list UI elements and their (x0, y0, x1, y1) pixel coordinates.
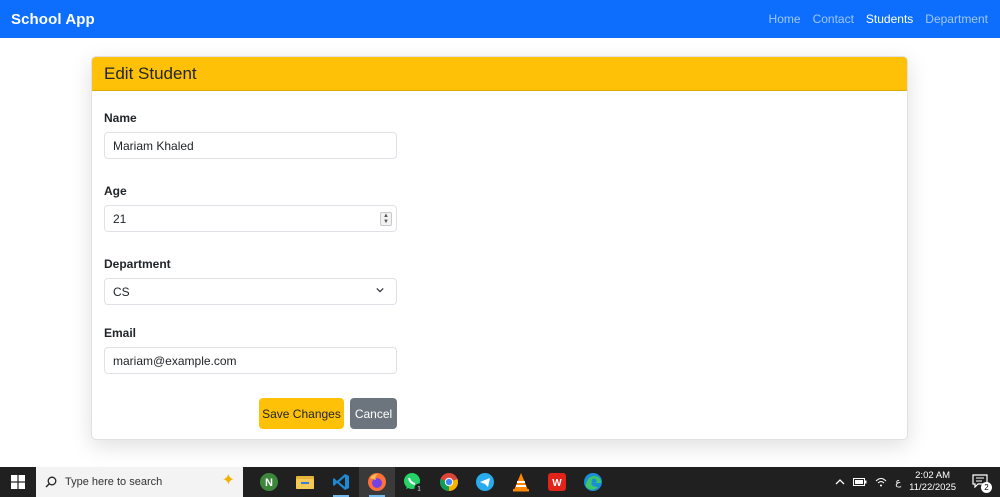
telegram-icon (476, 473, 494, 491)
email-value: mariam@example.com (113, 353, 237, 368)
name-input[interactable]: Mariam Khaled (104, 132, 397, 159)
search-icon (45, 476, 57, 488)
nav-links: Home Contact Students Department (769, 12, 988, 26)
age-input[interactable]: 21 ▲ ▼ (104, 205, 397, 232)
nav-link-department[interactable]: Department (925, 12, 988, 26)
taskbar-app-vlc[interactable] (503, 467, 539, 497)
taskbar-app-vscode[interactable] (323, 467, 359, 497)
edit-student-card: Edit Student Name Mariam Khaled Age 21 ▲… (91, 56, 908, 440)
system-tray: ع 2:02 AM 11/22/2025 2 (835, 467, 1000, 497)
age-label: Age (104, 184, 127, 198)
taskbar-app-firefox[interactable] (359, 467, 395, 497)
battery-icon[interactable] (853, 477, 867, 487)
file-explorer-icon (296, 476, 314, 489)
language-indicator[interactable]: ع (895, 477, 901, 488)
taskbar-app-chrome[interactable] (431, 467, 467, 497)
node-icon: N (260, 473, 278, 491)
clock-time: 2:02 AM (915, 470, 950, 481)
department-label: Department (104, 257, 171, 271)
notification-badge: 2 (981, 482, 992, 493)
card-header: Edit Student (92, 57, 907, 91)
chevron-up-icon[interactable] (835, 478, 845, 486)
clock-date: 11/22/2025 (909, 482, 956, 493)
svg-text:N: N (265, 477, 273, 489)
name-label: Name (104, 111, 137, 125)
age-value: 21 (113, 211, 127, 226)
vscode-icon (333, 474, 349, 490)
wifi-icon[interactable] (875, 477, 887, 487)
pinned-apps: N 1 W (251, 467, 611, 497)
chevron-down-icon (376, 287, 384, 293)
svg-text:W: W (552, 478, 562, 489)
brand-logo[interactable]: School App (11, 11, 95, 28)
taskbar-app-node[interactable]: N (251, 467, 287, 497)
edge-icon (584, 473, 602, 491)
taskbar-clock[interactable]: 2:02 AM 11/22/2025 (909, 470, 956, 494)
windows-logo-icon (11, 475, 25, 489)
number-spinner[interactable]: ▲ ▼ (380, 212, 392, 226)
cancel-button[interactable]: Cancel (350, 398, 397, 429)
nav-link-contact[interactable]: Contact (813, 12, 854, 26)
copilot-sparkle-icon[interactable]: ✦ (222, 473, 235, 489)
top-navbar: School App Home Contact Students Departm… (0, 0, 1000, 38)
taskbar-app-wps[interactable]: W (539, 467, 575, 497)
whatsapp-icon: 1 (404, 473, 424, 493)
firefox-icon (368, 473, 386, 491)
nav-link-home[interactable]: Home (769, 12, 801, 26)
taskbar-app-file-explorer[interactable] (287, 467, 323, 497)
taskbar-app-edge[interactable] (575, 467, 611, 497)
email-label: Email (104, 326, 137, 340)
start-button[interactable] (0, 467, 36, 497)
notification-center[interactable]: 2 (970, 471, 992, 493)
save-changes-button[interactable]: Save Changes (259, 398, 344, 429)
nav-link-students[interactable]: Students (866, 12, 913, 26)
chrome-icon (439, 473, 459, 491)
card-title: Edit Student (104, 63, 197, 83)
taskbar-app-telegram[interactable] (467, 467, 503, 497)
department-select[interactable]: CS (104, 278, 397, 305)
taskbar-search[interactable]: Type here to search ✦ (36, 467, 243, 497)
vlc-icon (513, 473, 529, 492)
wps-icon: W (548, 473, 566, 491)
name-value: Mariam Khaled (113, 138, 194, 153)
search-placeholder: Type here to search (65, 476, 163, 488)
email-input[interactable]: mariam@example.com (104, 347, 397, 374)
windows-taskbar: Type here to search ✦ N 1 W ع 2:02 AM 11… (0, 467, 1000, 497)
department-value: CS (113, 284, 130, 299)
taskbar-app-whatsapp[interactable]: 1 (395, 467, 431, 497)
spinner-down-icon[interactable]: ▼ (383, 219, 389, 225)
